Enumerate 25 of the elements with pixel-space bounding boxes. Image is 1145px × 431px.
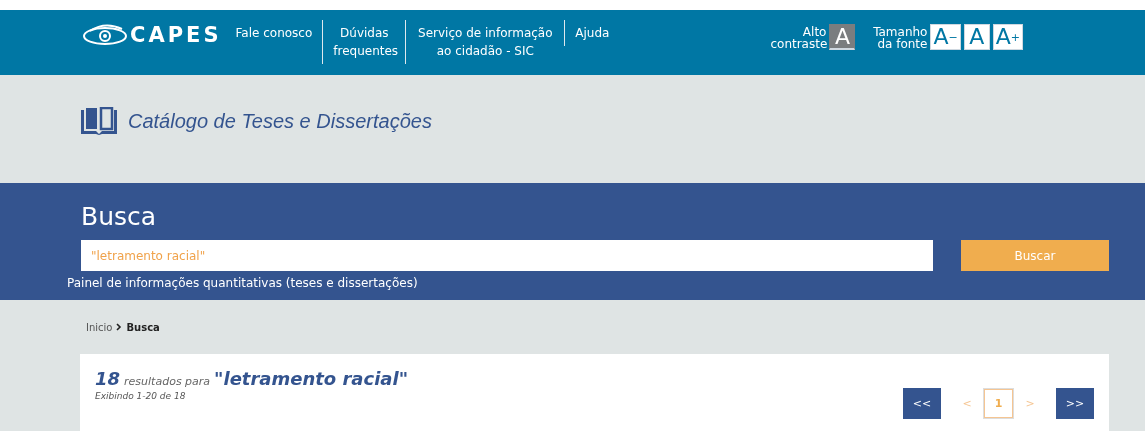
showing-range: Exibindo 1-20 de 18 — [95, 391, 187, 401]
chevron-right-icon — [116, 323, 123, 331]
font-size-label: Tamanho da fonte — [872, 26, 928, 50]
panel-link[interactable]: Painel de informações quantitativas (teses e dissertações) — [67, 276, 418, 290]
logo-icon — [82, 23, 128, 47]
font-size-button[interactable]: A$^{−}$ — [930, 24, 961, 50]
font-size-button[interactable]: A — [963, 24, 990, 50]
search-heading: Busca — [81, 202, 158, 232]
logo-text: CAPES — [130, 23, 222, 47]
nav-link[interactable]: Dúvidas frequentes — [323, 20, 406, 64]
contrast-button[interactable]: A — [829, 24, 856, 50]
book-icon — [80, 107, 118, 135]
result-label: resultados para — [124, 375, 211, 388]
font-size-button[interactable]: A$^{+}$ — [992, 24, 1023, 50]
jump-page-button[interactable]: >> — [1056, 388, 1094, 419]
breadcrumb-link[interactable]: Inicio — [86, 321, 113, 333]
result-count: 18 — [95, 368, 121, 389]
nav-link[interactable]: Serviço de informação ao cidadão - SIC — [406, 20, 565, 64]
search-query: "letramento racial" — [214, 368, 409, 389]
catalog-title: Catálogo de Teses e Dissertações — [128, 109, 432, 133]
contrast-label: Alto contraste — [770, 26, 827, 50]
jump-page-button[interactable]: << — [903, 388, 941, 419]
nav-link[interactable]: Ajuda — [565, 20, 620, 64]
breadcrumb-current: Busca — [126, 321, 160, 333]
nav-link[interactable]: Fale conosco — [225, 20, 323, 64]
